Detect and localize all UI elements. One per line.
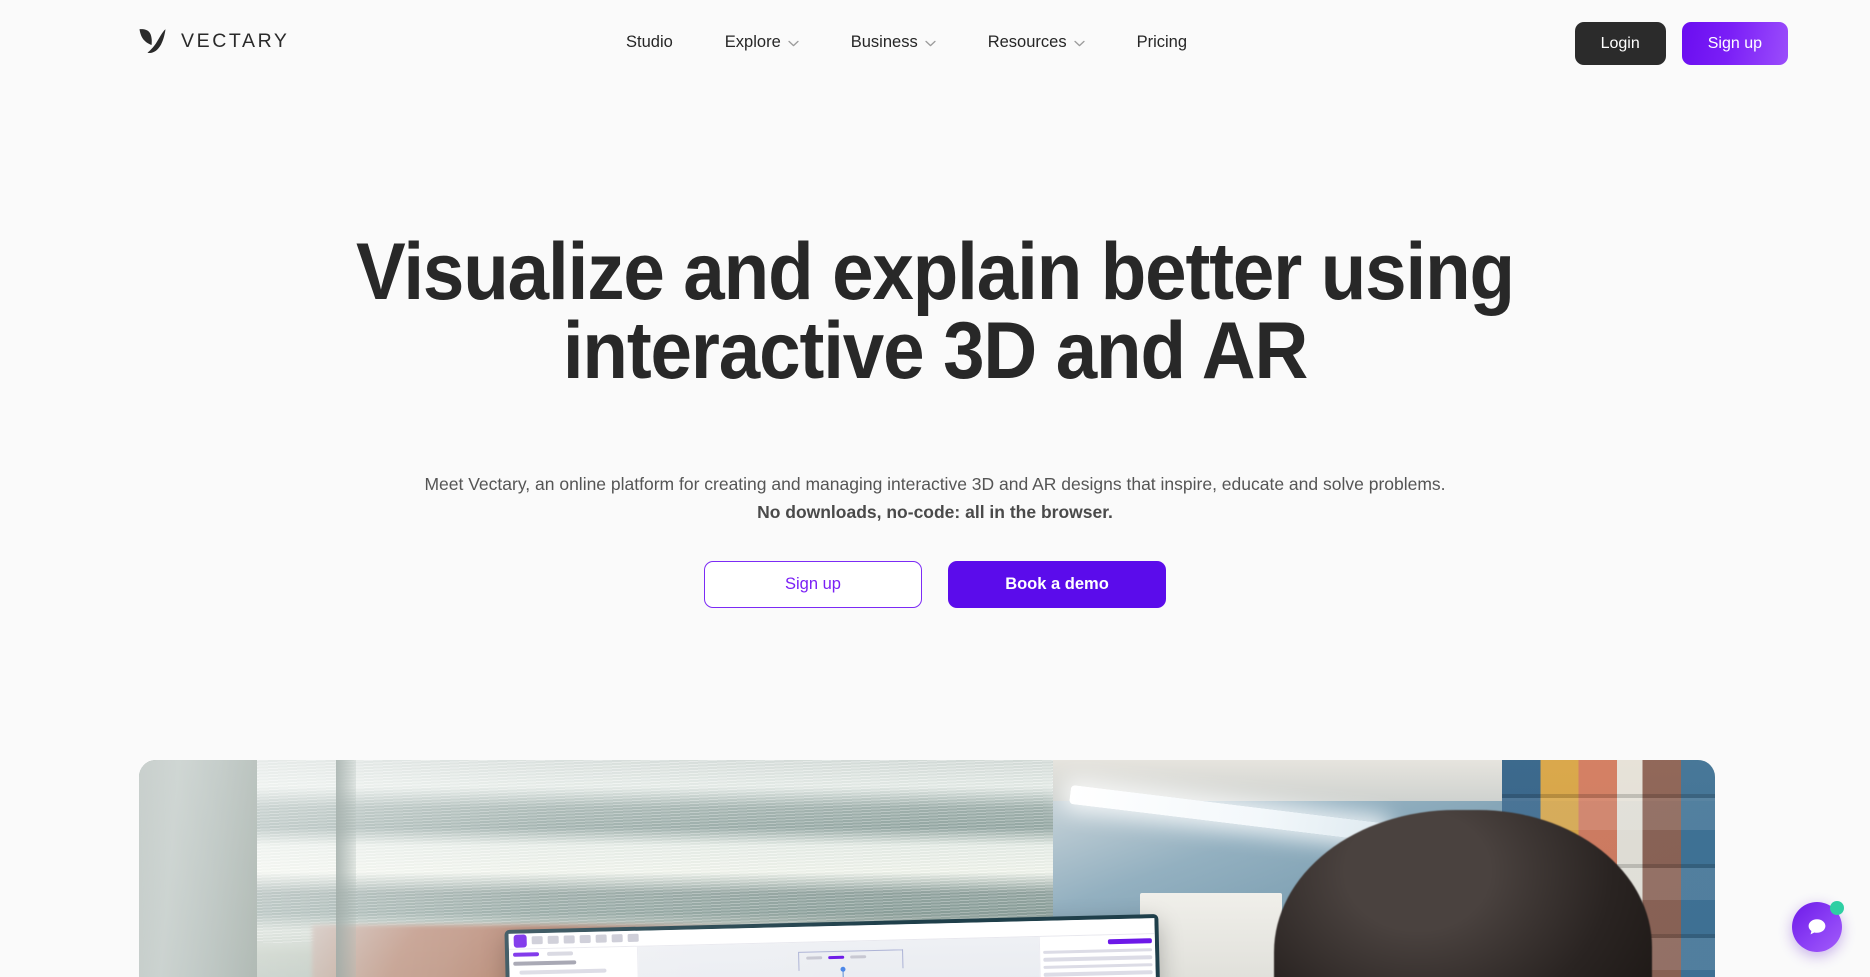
nav-label-pricing: Pricing	[1136, 33, 1188, 51]
hero-image-window-backdrop	[139, 760, 1715, 977]
nav-item-business[interactable]: Business	[825, 27, 962, 58]
hero-image	[139, 760, 1715, 977]
hero-subheadline-bold: No downloads, no-code: all in the browse…	[757, 502, 1113, 523]
editor-share-button	[1108, 938, 1153, 945]
editor-wireframe-guide	[798, 949, 904, 971]
hero-headline-line1: Visualize and explain better using	[356, 227, 1515, 317]
editor-tree-row	[519, 968, 607, 975]
hero-book-demo-button[interactable]: Book a demo	[948, 561, 1166, 608]
editor-property-row	[1043, 948, 1153, 955]
landing-page: VECTARY Studio Explore Business Resource…	[0, 0, 1870, 977]
nav-label-explore: Explore	[724, 33, 781, 51]
editor-tool-icon	[531, 936, 544, 945]
editor-tool-icon	[563, 935, 575, 945]
brand-logo-link[interactable]: VECTARY	[138, 28, 290, 54]
editor-properties-panel	[1038, 934, 1158, 977]
editor-tab-project	[513, 952, 540, 957]
editor-tool-icon	[611, 934, 623, 944]
nav-label-studio: Studio	[626, 33, 673, 51]
editor-property-row	[1043, 955, 1153, 962]
editor-tree-row	[513, 960, 576, 966]
chat-widget-button[interactable]	[1792, 901, 1844, 952]
brand-wordmark: VECTARY	[181, 29, 290, 52]
curtain-left	[139, 760, 258, 977]
editor-gizmo-handle-y	[840, 967, 846, 973]
editor-property-row	[1043, 963, 1153, 970]
editor-tool-icon	[547, 936, 560, 945]
vectary-v-logo-icon	[138, 28, 168, 54]
vectary-editor-preview	[508, 918, 1158, 977]
editor-tool-icon	[627, 934, 639, 943]
chevron-down-icon	[925, 40, 936, 47]
chevron-down-icon	[1073, 40, 1085, 47]
blind-texture	[139, 760, 1117, 943]
main-navigation: Studio Explore Business Resources Pricin…	[600, 27, 1213, 58]
chat-bubble-icon	[1806, 916, 1828, 938]
hero-headline: Visualize and explain better using inter…	[75, 227, 1795, 397]
nav-item-explore[interactable]: Explore	[699, 27, 825, 58]
site-header: VECTARY Studio Explore Business Resource…	[0, 0, 1870, 78]
nav-item-resources[interactable]: Resources	[962, 27, 1111, 58]
auth-buttons: Login Sign up	[1574, 22, 1788, 65]
editor-logo-icon	[513, 934, 528, 948]
nav-item-pricing[interactable]: Pricing	[1111, 27, 1213, 58]
hero-signup-button[interactable]: Sign up	[704, 561, 922, 608]
nav-label-business: Business	[850, 33, 918, 51]
editor-tool-icon	[595, 935, 607, 944]
nav-item-studio[interactable]: Studio	[600, 27, 699, 58]
editor-property-row	[1043, 970, 1153, 977]
chat-notification-dot	[1830, 901, 1844, 915]
editor-scene-tree-panel	[509, 946, 642, 977]
hero-cta-group: Sign up Book a demo	[0, 561, 1870, 608]
hero-subheadline: Meet Vectary, an online platform for cre…	[0, 470, 1870, 527]
editor-panel-tabs	[513, 950, 633, 957]
chevron-down-icon	[788, 40, 799, 47]
editor-tab-workspace	[547, 951, 574, 957]
nav-label-resources: Resources	[987, 33, 1067, 51]
curtain-edge	[336, 760, 357, 977]
hero-subheadline-text: Meet Vectary, an online platform for cre…	[424, 474, 1446, 494]
login-button[interactable]: Login	[1574, 22, 1666, 65]
signup-button-header[interactable]: Sign up	[1681, 22, 1788, 65]
editor-tool-icon	[579, 935, 591, 944]
hero-headline-line2: interactive 3D and AR	[562, 306, 1308, 397]
white-cabinet	[1139, 892, 1282, 977]
